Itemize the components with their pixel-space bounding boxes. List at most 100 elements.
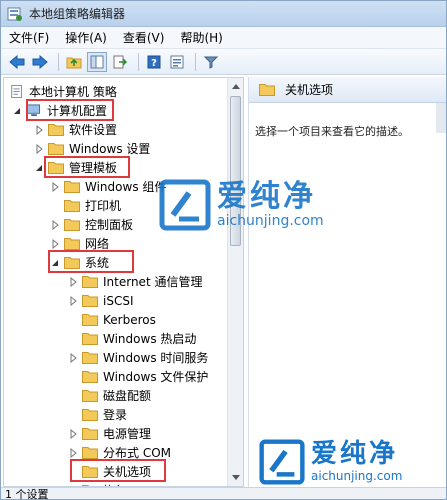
expanded-triangle-icon (14, 107, 20, 114)
highlight-box (48, 250, 134, 273)
tree-item-software-settings[interactable]: 软件设置 (34, 120, 117, 139)
tree-scrollbar[interactable] (227, 78, 243, 486)
folder-icon (64, 200, 80, 212)
tree-pane: 本地计算机 策略 计算机配置 软件设置 Windows 设置 管理模板 Wind… (3, 77, 244, 487)
folder-icon (64, 181, 80, 193)
collapsed-triangle-icon (70, 428, 77, 439)
status-bar: 1 个设置 (1, 487, 446, 499)
watermark-text: 爱纯净 (217, 179, 316, 214)
folder-icon (82, 390, 98, 402)
tree-label: 登录 (103, 408, 128, 422)
collapsed-triangle-icon (52, 219, 59, 230)
collapsed-triangle-icon (36, 124, 43, 135)
watermark-url: aichunjing.com (217, 213, 324, 229)
watermark-logo-icon (159, 179, 211, 231)
folder-icon (48, 124, 64, 136)
scroll-up-icon[interactable] (228, 78, 243, 94)
watermark-url: aichunjing.com (311, 469, 403, 483)
collapsed-triangle-icon (70, 447, 77, 458)
tree-label: 磁盘配额 (103, 389, 152, 403)
menu-action[interactable]: 操作(A) (65, 29, 107, 46)
toolbar-separator (58, 52, 59, 71)
policy-tree: 本地计算机 策略 计算机配置 软件设置 Windows 设置 管理模板 Wind… (4, 78, 229, 486)
folder-icon (82, 428, 98, 440)
tree-item-internet-comm[interactable]: Internet 通信管理 (68, 272, 202, 291)
watermark-logo-icon (259, 439, 305, 485)
folder-icon (64, 238, 80, 250)
tree-item-printers[interactable]: 打印机 (50, 196, 121, 215)
tree-item-power-management[interactable]: 电源管理 (68, 424, 151, 443)
folder-icon (82, 447, 98, 459)
folder-icon (64, 219, 80, 231)
watermark-text: 爱纯净 (311, 439, 399, 469)
tree-item-logon[interactable]: 登录 (68, 405, 127, 424)
show-hide-tree-icon[interactable] (87, 51, 107, 72)
highlight-box (70, 459, 166, 482)
properties-icon[interactable] (167, 52, 187, 72)
policy-editor-icon (7, 7, 22, 21)
tree-item-control-panel[interactable]: 控制面板 (50, 215, 133, 234)
collapsed-triangle-icon (52, 181, 59, 192)
tree-label: Internet 通信管理 (103, 275, 203, 289)
tree-label: Windows 热启动 (103, 332, 197, 346)
folder-icon (48, 143, 64, 155)
toolbar-separator (195, 52, 196, 71)
title-bar: 本地组策略编辑器 (1, 1, 446, 27)
document-icon (11, 85, 22, 98)
window-title: 本地组策略编辑器 (29, 7, 126, 21)
tree-label: iSCSI (103, 293, 134, 308)
tree-item-iscsi[interactable]: iSCSI (68, 291, 134, 310)
filter-icon[interactable] (201, 52, 221, 72)
tree-label: 电源管理 (103, 427, 152, 441)
collapsed-triangle-icon (36, 143, 43, 154)
details-scrollbar[interactable] (436, 103, 446, 133)
details-pane: 关机选项 选择一个项目来查看它的描述。 (248, 77, 446, 487)
folder-icon (82, 276, 98, 288)
toolbar-separator (138, 52, 139, 71)
tree-item-windows-components[interactable]: Windows 组件 (50, 177, 166, 196)
tree-label: Windows 文件保护 (103, 370, 209, 384)
tree-label: 打印机 (85, 199, 122, 213)
highlight-box (44, 156, 130, 178)
folder-icon (82, 352, 98, 364)
scroll-down-icon[interactable] (228, 470, 243, 486)
tree-label: Windows 设置 (69, 142, 151, 156)
details-description: 选择一个项目来查看它的描述。 (255, 125, 409, 138)
svg-text:?: ? (151, 58, 157, 69)
folder-icon (82, 295, 98, 307)
collapsed-triangle-icon (70, 276, 77, 287)
details-title: 关机选项 (285, 83, 334, 97)
export-list-icon[interactable] (110, 52, 130, 72)
menu-bar: 文件(F) 操作(A) 查看(V) 帮助(H) (1, 27, 446, 49)
help-icon[interactable]: ? (144, 52, 164, 72)
folder-icon (82, 409, 98, 421)
window: 本地组策略编辑器 文件(F) 操作(A) 查看(V) 帮助(H) ? 本地计算机… (0, 0, 447, 500)
forward-arrow-icon[interactable] (30, 52, 50, 72)
watermark: 爱纯净 aichunjing.com (259, 439, 402, 485)
tree-item-windows-time-service[interactable]: Windows 时间服务 (68, 348, 208, 367)
tree-item-windows-file-protection[interactable]: Windows 文件保护 (68, 367, 208, 386)
menu-view[interactable]: 查看(V) (123, 29, 165, 46)
tree-item-disk-quota[interactable]: 磁盘配额 (68, 386, 151, 405)
tree-label: Windows 时间服务 (103, 351, 209, 365)
menu-file[interactable]: 文件(F) (9, 29, 49, 46)
back-arrow-icon[interactable] (7, 52, 27, 72)
collapsed-triangle-icon (70, 352, 77, 363)
details-header: 关机选项 (249, 77, 446, 103)
menu-help[interactable]: 帮助(H) (180, 29, 222, 46)
tree-item-windows-hot-start[interactable]: Windows 热启动 (68, 329, 196, 348)
tree-item-kerberos[interactable]: Kerberos (68, 310, 156, 329)
watermark: 爱纯净 aichunjing.com (159, 179, 324, 231)
folder-icon (82, 333, 98, 345)
tree-label: 软件设置 (69, 123, 118, 137)
up-folder-icon[interactable] (64, 52, 84, 72)
collapsed-triangle-icon (70, 295, 77, 306)
tree-label: Windows 组件 (85, 180, 167, 194)
tree-label: 本地计算机 策略 (29, 85, 117, 99)
folder-icon (259, 84, 275, 96)
folder-icon (82, 314, 98, 326)
highlight-box (26, 99, 114, 121)
expanded-triangle-icon (36, 164, 42, 171)
tree-label: Kerberos (103, 312, 156, 327)
tree-label: 控制面板 (85, 218, 134, 232)
